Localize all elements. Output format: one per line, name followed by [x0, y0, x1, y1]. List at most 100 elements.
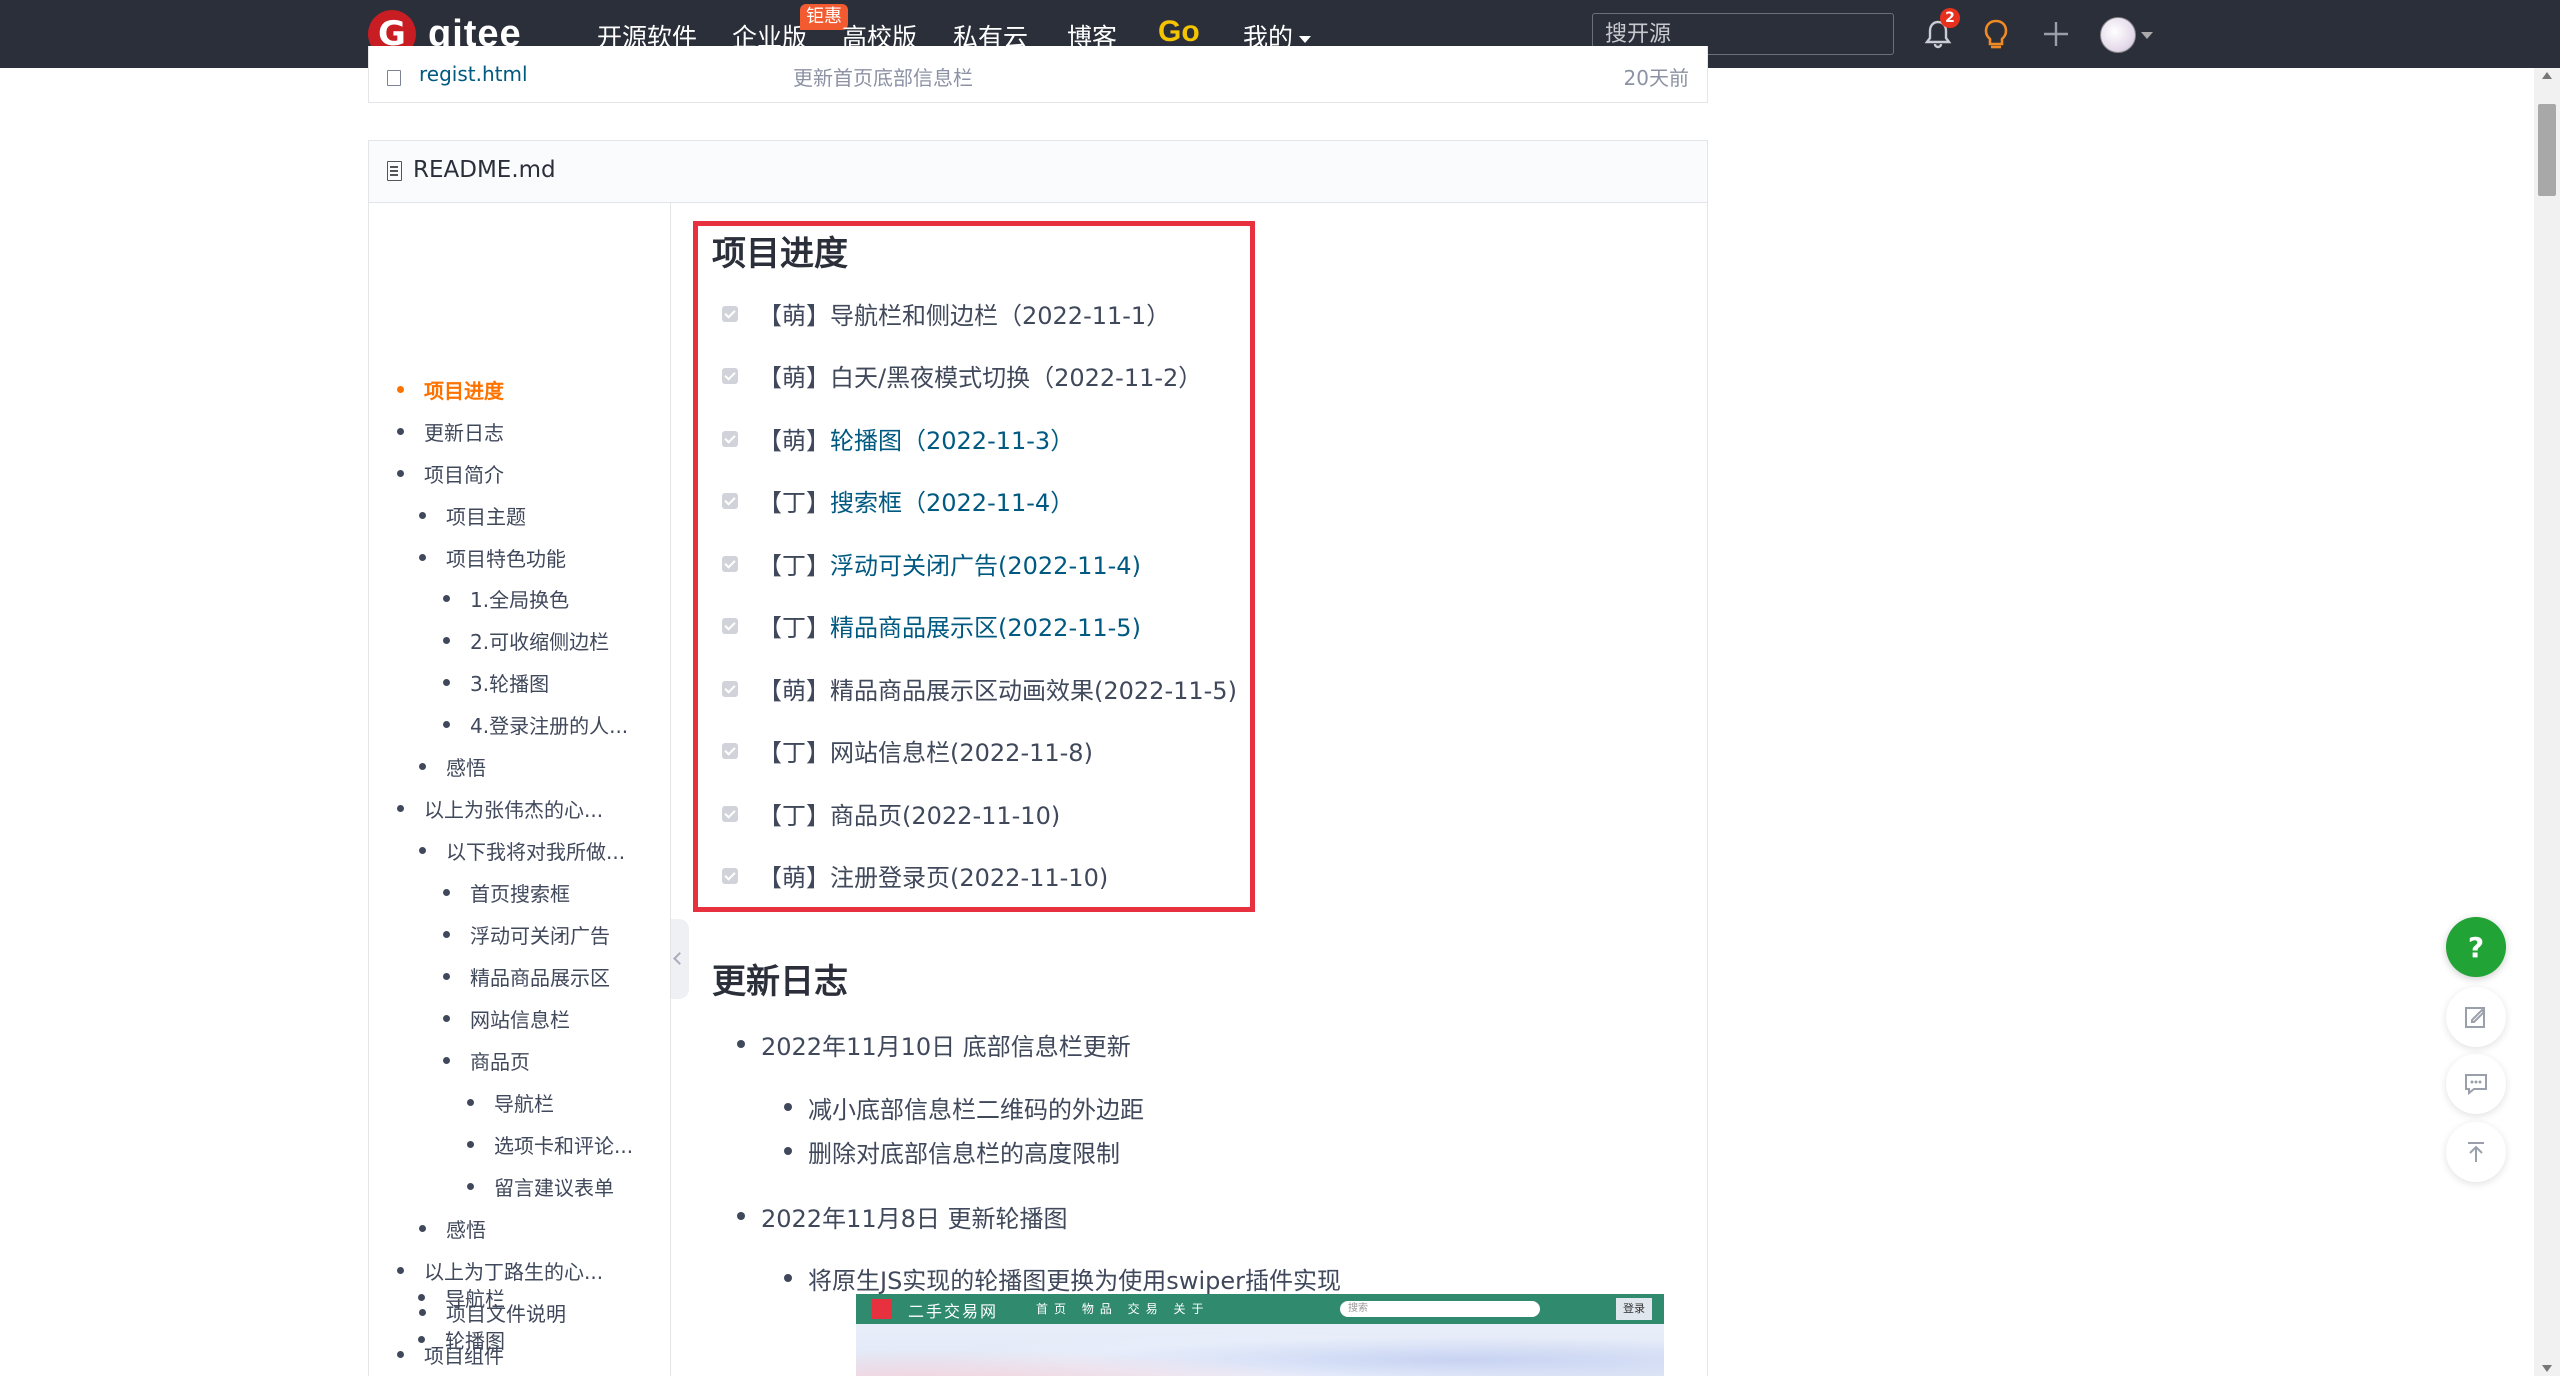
toc-item[interactable]: 项目进度 [397, 375, 504, 404]
changelog-heading: 更新日志 [712, 962, 848, 1002]
task-prefix: 【丁】 [758, 552, 830, 580]
toc-item[interactable]: 3.轮播图 [442, 668, 549, 697]
task-link[interactable]: 搜索框（2022-11-4） [830, 483, 1074, 518]
plus-icon[interactable] [2038, 16, 2074, 52]
task-prefix: 【萌】 [758, 427, 830, 455]
toc-item[interactable]: 轮播图 [418, 1325, 505, 1354]
task-item: 【丁】 浮动可关闭广告(2022-11-4) [722, 546, 1141, 581]
notification-count-badge: 2 [1940, 8, 1960, 28]
checkbox-checked[interactable] [722, 305, 738, 322]
task-item: 【萌】 白天/黑夜模式切换（2022-11-2） [722, 358, 1202, 393]
changelog-entry: 2022年11月8日 更新轮播图 [737, 1199, 1068, 1234]
help-label: ? [2467, 930, 2485, 964]
task-text: 网站信息栏(2022-11-8) [830, 739, 1093, 767]
edit-feedback-button[interactable] [2446, 987, 2506, 1047]
toc-item[interactable]: 2.可收缩侧边栏 [442, 626, 609, 655]
task-text: 导航栏和侧边栏（2022-11-1） [830, 302, 1171, 330]
file-list: regist.html 更新首页底部信息栏 20天前 [368, 46, 1708, 103]
chat-button[interactable] [2446, 1054, 2506, 1114]
file-commit-time: 20天前 [1623, 66, 1689, 90]
preview-header: 二手交易网 首页 物品 交易 关于 搜索 登录 [856, 1294, 1664, 1324]
toc-item[interactable]: 项目主题 [419, 501, 526, 530]
task-prefix: 【丁】 [758, 739, 830, 767]
back-to-top-button[interactable] [2446, 1122, 2506, 1182]
toc-item[interactable]: 留言建议表单 [467, 1172, 614, 1201]
task-item: 【萌】 精品商品展示区动画效果(2022-11-5) [722, 671, 1237, 706]
nav-go[interactable]: Go [1158, 15, 1200, 49]
preview-login-button: 登录 [1616, 1298, 1652, 1320]
checkbox-checked[interactable] [722, 742, 738, 759]
toc-item[interactable]: 4.登录注册的人... [442, 710, 628, 739]
task-item: 【丁】 搜索框（2022-11-4） [722, 483, 1074, 518]
help-button[interactable]: ? [2446, 917, 2506, 977]
toc-item[interactable]: 首页搜索框 [443, 878, 570, 907]
promo-badge: 钜惠 [800, 4, 848, 30]
changelog-entry: 2022年11月10日 底部信息栏更新 [737, 1027, 1131, 1062]
task-prefix: 【丁】 [758, 802, 830, 830]
preview-site-title: 二手交易网 [908, 1302, 999, 1321]
task-item: 【萌】 轮播图（2022-11-3） [722, 421, 1074, 456]
checkbox-checked[interactable] [722, 680, 738, 697]
task-link[interactable]: 浮动可关闭广告(2022-11-4) [830, 546, 1141, 581]
toc-item[interactable]: 选项卡和评论... [466, 1130, 633, 1159]
toc-item[interactable]: 导航栏 [418, 1283, 505, 1312]
page-scrollbar[interactable] [2534, 68, 2560, 1376]
toc-item[interactable]: 以上为张伟杰的心... [396, 794, 603, 823]
changelog-subentry: 删除对底部信息栏的高度限制 [784, 1134, 1120, 1169]
toc-item[interactable]: 商品页 [443, 1046, 530, 1075]
document-icon [387, 161, 402, 181]
scroll-thumb[interactable] [2538, 104, 2556, 196]
task-prefix: 【萌】 [758, 864, 830, 892]
checkbox-checked[interactable] [722, 367, 738, 384]
toc-item[interactable]: 感悟 [419, 752, 486, 781]
toc-item[interactable]: 导航栏 [467, 1088, 554, 1117]
task-text: 精品商品展示区动画效果(2022-11-5) [830, 677, 1237, 705]
toc-collapse-handle[interactable] [671, 919, 689, 999]
preview-banner-art [856, 1324, 1664, 1376]
task-item: 【萌】 注册登录页(2022-11-10) [722, 858, 1108, 893]
checkbox-checked[interactable] [722, 430, 738, 447]
checkbox-checked[interactable] [722, 555, 738, 572]
toc-item[interactable]: 1.全局换色 [442, 584, 569, 613]
scroll-down-arrow-icon[interactable] [2542, 1365, 2552, 1372]
toc-item[interactable]: 以上为丁路生的心... [396, 1256, 603, 1285]
chat-icon [2465, 1074, 2487, 1096]
task-prefix: 【萌】 [758, 364, 830, 392]
user-avatar[interactable] [2100, 17, 2136, 53]
task-item: 【丁】 精品商品展示区(2022-11-5) [722, 608, 1141, 643]
preview-logo [872, 1299, 892, 1319]
table-of-contents: 项目进度 更新日志 项目简介 项目主题 项目特色功能 1.全局换色 2.可收缩侧… [369, 203, 671, 1376]
lightbulb-icon[interactable] [1978, 16, 2014, 52]
file-name-link[interactable]: regist.html [419, 62, 528, 86]
checkbox-checked[interactable] [722, 867, 738, 884]
readme-title: README.md [413, 157, 556, 183]
task-link[interactable]: 精品商品展示区(2022-11-5) [830, 608, 1141, 643]
task-text: 注册登录页(2022-11-10) [830, 864, 1109, 892]
preview-nav: 首页 物品 交易 关于 [1036, 1302, 1210, 1316]
toc-item[interactable]: 网站信息栏 [443, 1004, 570, 1033]
file-commit-message[interactable]: 更新首页底部信息栏 [793, 62, 973, 91]
toc-item[interactable]: 浮动可关闭广告 [443, 920, 610, 949]
task-prefix: 【丁】 [758, 614, 830, 642]
toc-item[interactable]: 精品商品展示区 [443, 962, 610, 991]
carousel-preview-image: 二手交易网 首页 物品 交易 关于 搜索 登录 [856, 1294, 1664, 1376]
task-prefix: 【丁】 [758, 489, 830, 517]
preview-search: 搜索 [1340, 1301, 1540, 1317]
toc-item[interactable]: 项目简介 [397, 459, 504, 488]
readme-header: README.md [369, 141, 1707, 203]
checkbox-checked[interactable] [722, 617, 738, 634]
progress-heading: 项目进度 [712, 234, 848, 274]
toc-item[interactable]: 以下我将对我所做... [418, 836, 625, 865]
toc-item[interactable]: 项目特色功能 [419, 543, 566, 572]
toc-item[interactable]: 感悟 [419, 1214, 486, 1243]
task-prefix: 【萌】 [758, 302, 830, 330]
scroll-up-arrow-icon[interactable] [2542, 72, 2552, 79]
checkbox-checked[interactable] [722, 805, 738, 822]
task-link[interactable]: 轮播图（2022-11-3） [830, 421, 1074, 456]
chevron-down-icon [1299, 35, 1312, 43]
changelog-subentry: 将原生JS实现的轮播图更换为使用swiper插件实现 [784, 1261, 1341, 1296]
toc-item[interactable]: 更新日志 [397, 417, 504, 446]
avatar-chevron-down-icon[interactable] [2141, 32, 2153, 39]
checkbox-checked[interactable] [722, 492, 738, 509]
task-text: 白天/黑夜模式切换（2022-11-2） [830, 364, 1203, 392]
